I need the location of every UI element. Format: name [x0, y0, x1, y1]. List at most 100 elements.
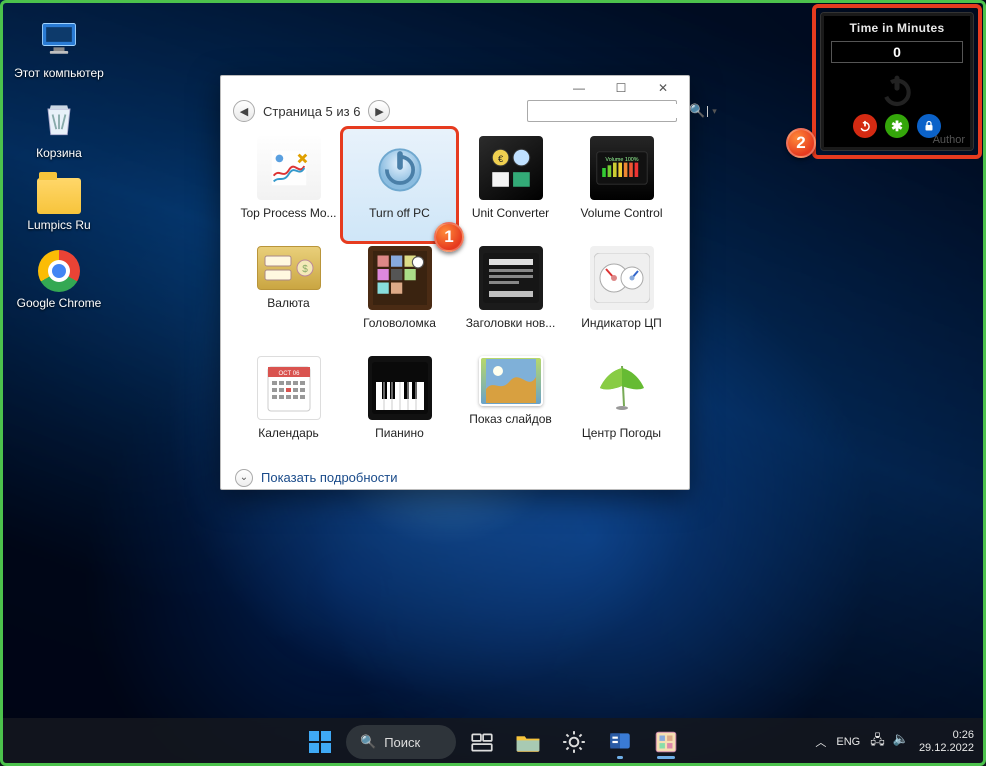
gadget-item-news[interactable]: Заголовки нов...: [457, 242, 564, 352]
gear-icon: [561, 729, 587, 755]
page-indicator: Страница 5 из 6: [263, 104, 360, 119]
gadget-item-label: Volume Control: [580, 206, 662, 220]
gadget-title: Time in Minutes: [850, 21, 945, 35]
gadgets-grid: Top Process Mo... Turn off PC € Unit Con…: [221, 122, 689, 466]
desktop-icon-label: Этот компьютер: [14, 66, 104, 80]
window-close-button[interactable]: ✕: [643, 76, 683, 100]
gadget-minutes-input[interactable]: [831, 41, 963, 63]
gadget-item-label: Пианино: [375, 426, 424, 440]
taskbar-app-2[interactable]: [646, 722, 686, 762]
taskbar: 🔍 Поиск ︿ ENG 🖧 🔈 0:26 29.12.2022: [0, 718, 986, 766]
system-tray[interactable]: 🖧 🔈: [870, 731, 909, 753]
app-icon: [653, 729, 679, 755]
gadget-thumb: [368, 136, 432, 200]
annotation-callout-2: 2: [786, 128, 816, 158]
power-icon: [858, 119, 872, 133]
gadget-item-label: Показ слайдов: [469, 412, 552, 426]
search-dropdown-icon[interactable]: ▾: [707, 106, 717, 117]
gadget-item-volume-control[interactable]: Volume 100% Volume Control: [568, 132, 675, 242]
network-icon[interactable]: 🖧: [870, 731, 885, 753]
gallery-toolbar: ◀ Страница 5 из 6 ▶ 🔍 ▾: [221, 100, 689, 122]
show-details-toggle[interactable]: ⌄: [235, 469, 253, 487]
taskbar-search[interactable]: 🔍 Поиск: [346, 725, 456, 759]
gadget-thumb: OCT 06: [257, 356, 321, 420]
folder-icon: [37, 178, 81, 214]
file-explorer-icon: [515, 731, 541, 753]
gadget-item-label: Top Process Mo...: [240, 206, 336, 220]
gadget-thumb: [257, 136, 321, 200]
gallery-search-input[interactable]: [532, 104, 687, 118]
gadget-item-weather[interactable]: Центр Погоды: [568, 352, 675, 462]
gadget-item-currency[interactable]: $ Валюта: [235, 242, 342, 352]
task-view-button[interactable]: [462, 722, 502, 762]
gadget-thumb: [368, 356, 432, 420]
search-icon[interactable]: 🔍: [687, 103, 707, 119]
gadget-item-label: Unit Converter: [472, 206, 549, 220]
gadget-item-calendar[interactable]: OCT 06 Календарь: [235, 352, 342, 462]
window-titlebar[interactable]: — ☐ ✕: [221, 76, 689, 100]
recycle-bin-icon: [37, 98, 81, 142]
language-indicator[interactable]: ENG: [836, 736, 860, 748]
show-details-link[interactable]: Показать подробности: [261, 470, 397, 485]
gadget-author-label: Author: [933, 134, 965, 146]
desktop-icon-this-pc[interactable]: Этот компьютер: [4, 18, 114, 80]
start-button[interactable]: [300, 722, 340, 762]
taskbar-center: 🔍 Поиск: [300, 722, 686, 762]
gadget-item-slideshow[interactable]: Показ слайдов: [457, 352, 564, 462]
tray-overflow-button[interactable]: ︿: [815, 734, 826, 750]
monitor-icon: [37, 18, 81, 62]
gadget-item-turn-off-pc[interactable]: Turn off PC: [346, 132, 453, 242]
gadget-item-label: Центр Погоды: [582, 426, 661, 440]
desktop-icon-chrome[interactable]: Google Chrome: [4, 250, 114, 310]
lock-icon: [923, 120, 935, 132]
taskbar-search-label: Поиск: [384, 735, 420, 750]
gallery-search-box[interactable]: 🔍 ▾: [527, 100, 677, 122]
gadget-refresh-button[interactable]: ✱: [885, 114, 909, 138]
gadget-item-label: Индикатор ЦП: [581, 316, 661, 330]
gadget-thumb: Volume 100%: [590, 136, 654, 200]
svg-text:€: €: [497, 154, 503, 164]
gadget-thumb: [590, 246, 654, 310]
app-icon: [607, 729, 633, 755]
gadget-thumb: $: [257, 246, 321, 290]
volume-icon[interactable]: 🔈: [893, 731, 909, 753]
taskbar-app-1[interactable]: [600, 722, 640, 762]
svg-text:Volume 100%: Volume 100%: [605, 157, 638, 163]
gadget-item-puzzle[interactable]: Головоломка: [346, 242, 453, 352]
gadget-item-label: Заголовки нов...: [466, 316, 556, 330]
gadget-thumb: [479, 356, 543, 406]
turn-off-pc-gadget[interactable]: Time in Minutes ✱ Author: [820, 12, 974, 151]
gadgets-gallery-window: — ☐ ✕ ◀ Страница 5 из 6 ▶ 🔍 ▾ Top Proces…: [220, 75, 690, 490]
gadget-power-button[interactable]: [853, 114, 877, 138]
taskbar-clock[interactable]: 0:26 29.12.2022: [919, 729, 974, 754]
gadget-item-unit-converter[interactable]: € Unit Converter: [457, 132, 564, 242]
gadget-item-label: Головоломка: [363, 316, 436, 330]
gallery-footer: ⌄ Показать подробности: [221, 466, 689, 489]
desktop-icon-recycle-bin[interactable]: Корзина: [4, 98, 114, 160]
gadget-item-cpu-meter[interactable]: Индикатор ЦП: [568, 242, 675, 352]
clock-time: 0:26: [919, 729, 974, 742]
annotation-callout-1: 1: [434, 222, 464, 252]
gadget-item-top-process[interactable]: Top Process Mo...: [235, 132, 342, 242]
desktop-icon-label: Lumpics Ru: [27, 218, 90, 232]
svg-text:$: $: [302, 264, 308, 275]
desktop-icon-lumpics-folder[interactable]: Lumpics Ru: [4, 178, 114, 232]
task-view-icon: [469, 729, 495, 755]
prev-page-button[interactable]: ◀: [233, 100, 255, 122]
taskbar-settings[interactable]: [554, 722, 594, 762]
svg-text:OCT 06: OCT 06: [278, 371, 300, 377]
gadget-highlight-frame: Time in Minutes ✱ Author: [812, 4, 982, 159]
gadget-thumb: €: [479, 136, 543, 200]
gadget-item-piano[interactable]: Пианино: [346, 352, 453, 462]
window-maximize-button[interactable]: ☐: [601, 76, 641, 100]
window-minimize-button[interactable]: —: [559, 76, 599, 100]
taskbar-right: ︿ ENG 🖧 🔈 0:26 29.12.2022: [815, 729, 986, 754]
next-page-button[interactable]: ▶: [368, 100, 390, 122]
gadget-item-label: Turn off PC: [369, 206, 430, 220]
gadget-item-label: Валюта: [267, 296, 309, 310]
gadget-thumb: [368, 246, 432, 310]
taskbar-explorer[interactable]: [508, 722, 548, 762]
clock-date: 29.12.2022: [919, 742, 974, 755]
windows-logo-icon: [309, 731, 331, 753]
gadget-thumb: [479, 246, 543, 310]
